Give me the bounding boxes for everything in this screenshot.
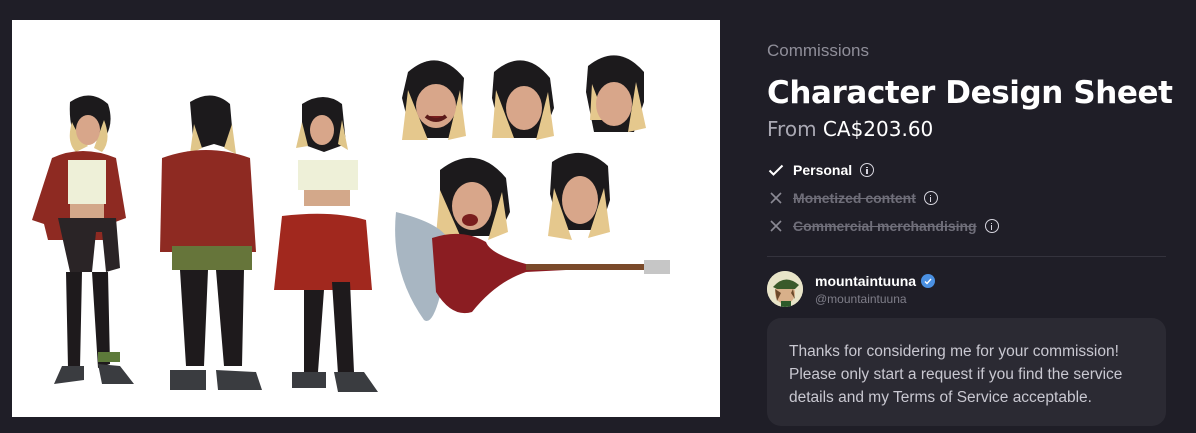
figure-back — [160, 95, 262, 390]
figure-side — [274, 97, 378, 392]
page-title: Character Design Sheet — [767, 75, 1173, 111]
price-amount: CA$203.60 — [822, 117, 934, 141]
info-icon[interactable] — [984, 219, 999, 233]
product-info: Commissions Character Design Sheet From … — [767, 40, 1173, 240]
price-prefix: From — [767, 117, 817, 141]
price: From CA$203.60 — [767, 116, 1167, 142]
info-icon[interactable] — [923, 191, 938, 205]
artist-message: Thanks for considering me for your commi… — [767, 318, 1166, 426]
guitar-axe — [395, 212, 670, 321]
usage-rights-list: Personal Monetized content Commercial me… — [767, 156, 1167, 240]
check-icon — [767, 164, 785, 176]
usage-item-personal: Personal — [767, 156, 1167, 184]
info-icon[interactable] — [860, 163, 875, 177]
usage-item-label: Monetized content — [793, 190, 916, 206]
cross-icon — [767, 192, 785, 204]
artist-name-text: mountaintuuna — [815, 273, 917, 289]
artwork-preview[interactable] — [12, 20, 720, 417]
expression-heads — [402, 55, 646, 240]
verified-badge-icon — [921, 274, 936, 288]
artist-profile[interactable]: mountaintuuna @mountaintuuna — [767, 271, 936, 307]
usage-item-label: Commercial merchandising — [793, 218, 977, 234]
divider — [767, 256, 1166, 257]
figure-front — [32, 95, 134, 384]
usage-item-commercial: Commercial merchandising — [767, 212, 1167, 240]
artist-name[interactable]: mountaintuuna — [815, 272, 936, 290]
usage-item-monetized: Monetized content — [767, 184, 1167, 212]
category-label[interactable]: Commissions — [767, 40, 1167, 62]
avatar[interactable] — [767, 271, 803, 307]
artist-handle: @mountaintuuna — [815, 292, 907, 306]
cross-icon — [767, 220, 785, 232]
usage-item-label: Personal — [793, 162, 853, 178]
